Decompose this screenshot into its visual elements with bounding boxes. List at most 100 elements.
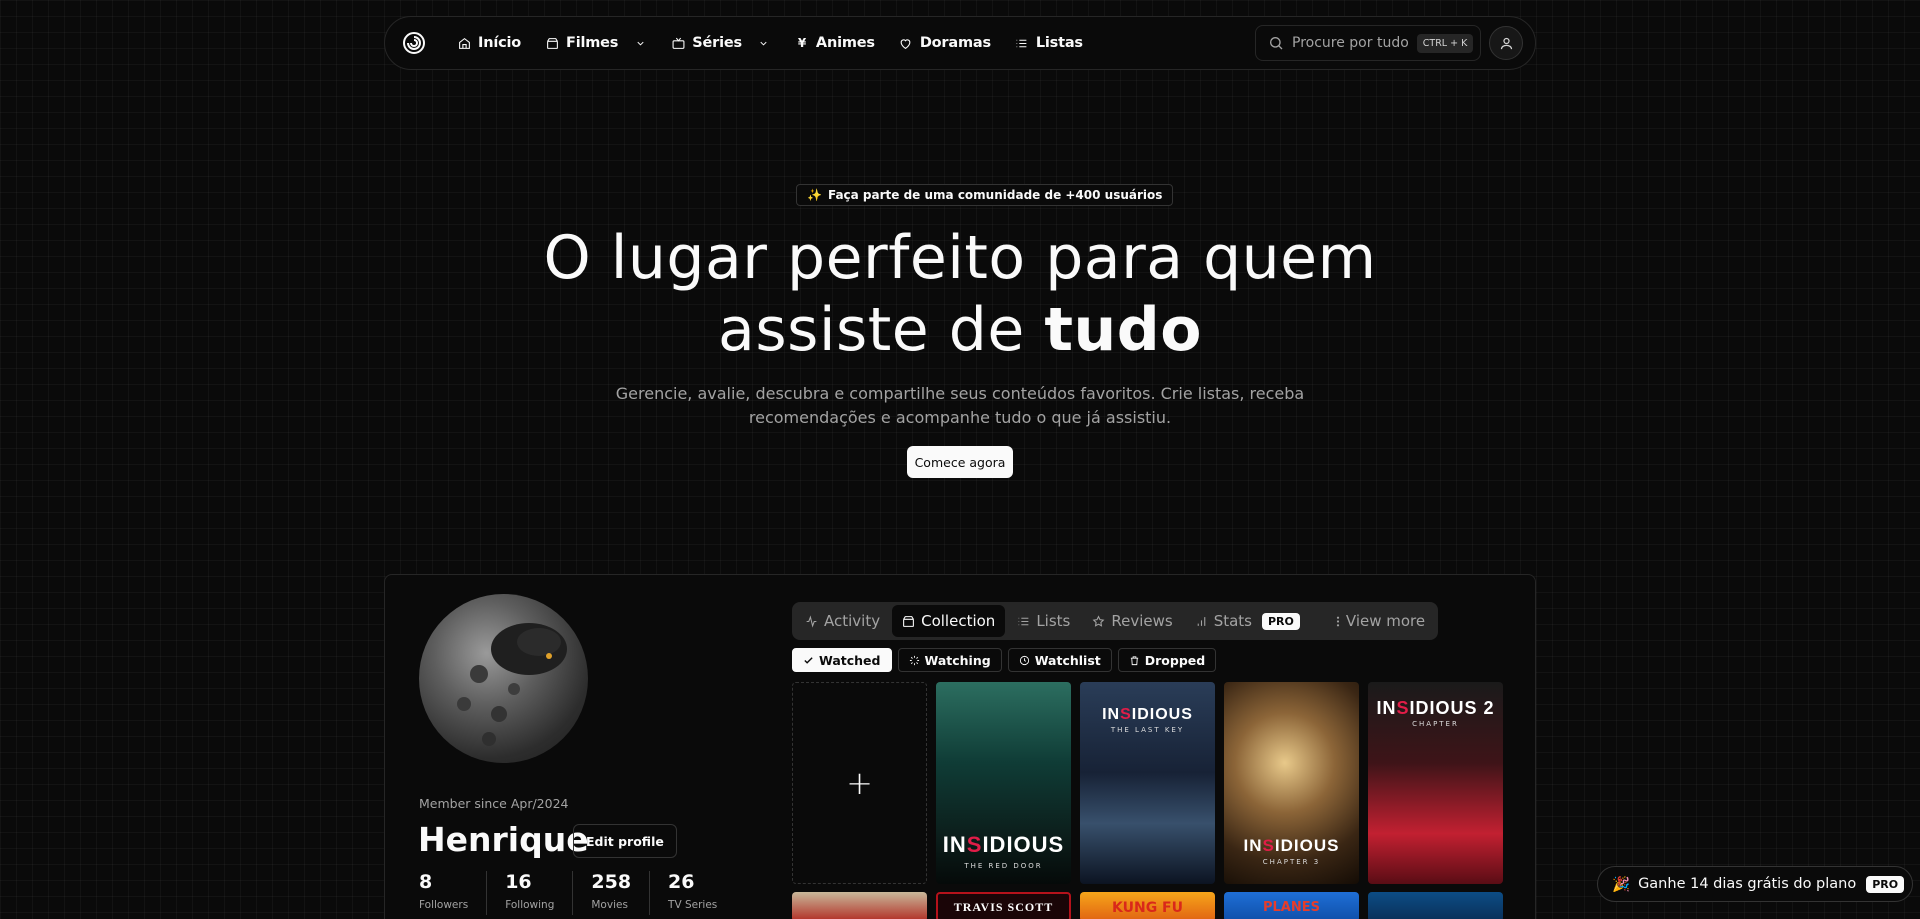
yen-icon: ¥ [797,36,806,50]
nav-label: Doramas [919,35,991,51]
chevron-down-icon [757,36,771,50]
stat-value: 258 [591,871,632,893]
add-to-collection-button[interactable]: + [792,682,927,884]
hero-title: O lugar perfeito para quem assiste de tu… [0,222,1920,366]
nav-series[interactable]: Séries [659,26,783,60]
clapperboard-icon [545,36,559,50]
stat-value: 8 [419,871,433,893]
poster-title: INSIDIOUS [1243,836,1340,855]
poster-card[interactable]: INSIDIOUS THE RED DOOR [936,682,1071,884]
hero-title-line1: O lugar perfeito para quem [543,223,1377,293]
sparkles-icon: ✨ [807,188,822,202]
nav-label: Animes [815,35,875,51]
filter-dropped[interactable]: Dropped [1117,648,1217,672]
heart-icon [899,36,913,50]
pro-trial-promo[interactable]: 🎉 Ganhe 14 dias grátis do plano PRO [1597,866,1914,902]
hero-title-bold: tudo [1044,295,1202,365]
more-vertical-icon [1336,615,1340,628]
poster-card[interactable] [1368,892,1503,919]
poster-subtitle: CHAPTER [1412,720,1459,728]
stat-following[interactable]: 16 Following [505,871,574,915]
poster-subtitle: THE LAST KEY [1110,726,1185,734]
top-navbar: Início Filmes Séries ¥ Animes Doramas Li… [384,16,1536,70]
filter-label: Dropped [1144,652,1206,668]
filter-watchlist[interactable]: Watchlist [1007,648,1112,672]
tab-reviews[interactable]: Reviews [1082,605,1182,637]
poster-subtitle: THE RED DOOR [964,862,1043,870]
edit-profile-button[interactable]: Edit profile [573,824,677,858]
profile-name: Henrique [418,820,589,859]
star-icon [1092,614,1105,628]
collection-filters: Watched Watching Watchlist Dropped [792,648,1217,672]
tv-icon [671,36,685,50]
tab-stats[interactable]: Stats PRO [1185,605,1310,637]
poster-title: INSIDIOUS [942,832,1065,857]
poster-card[interactable]: TRAVIS SCOTT [936,892,1071,919]
check-icon [803,655,814,666]
poster-card[interactable]: INSIDIOUS THE LAST KEY [1080,682,1215,884]
stat-label: Followers [419,899,469,911]
hero-subtitle: Gerencie, avalie, descubra e compartilhe… [615,384,1305,427]
profile-stats: 8 Followers 16 Following 258 Movies 26 T… [419,871,753,915]
chevron-down-icon [633,36,647,50]
pro-badge: PRO [1866,875,1905,893]
tab-label: Activity [824,612,881,630]
filter-watched[interactable]: Watched [792,648,892,672]
nav-label: Séries [692,35,742,51]
clock-icon [1019,655,1030,666]
community-badge-text: Faça parte de uma comunidade de +400 usu… [827,188,1163,202]
profile-preview-card: Member since Apr/2024 Henrique Edit prof… [384,574,1536,919]
home-icon [457,36,471,50]
poster-card[interactable]: PLANES [1224,892,1359,919]
stat-value: 26 [668,871,695,893]
poster-subtitle: CHAPTER 3 [1262,858,1321,866]
loader-icon [909,655,920,666]
stat-label: TV Series [668,899,718,911]
poster-card[interactable] [792,892,927,919]
stat-label: Following [505,899,555,911]
poster-card[interactable]: KUNG FU [1080,892,1215,919]
tab-view-more[interactable]: View more [1326,605,1435,637]
stat-tv-series: 26 TV Series [668,871,735,915]
filter-watching[interactable]: Watching [897,648,1002,672]
list-icon [1017,615,1030,628]
promo-text: Ganhe 14 dias grátis do plano [1638,876,1857,892]
nav-listas[interactable]: Listas [1003,26,1095,60]
tab-activity[interactable]: Activity [795,605,890,637]
tab-lists[interactable]: Lists [1007,605,1080,637]
stat-movies: 258 Movies [591,871,651,915]
search-placeholder: Procure por tudo [1292,35,1409,51]
nav-filmes[interactable]: Filmes [533,26,659,60]
user-icon [1499,36,1514,51]
search-icon [1268,35,1284,51]
tab-label: Lists [1036,612,1071,630]
nav-doramas[interactable]: Doramas [887,26,1003,60]
tab-collection[interactable]: Collection [892,605,1006,637]
search-shortcut: CTRL + K [1416,33,1474,53]
filter-label: Watching [924,652,991,668]
stat-label: Movies [591,899,628,911]
profile-avatar [419,594,588,763]
nav-inicio[interactable]: Início [445,26,533,60]
poster-title: INSIDIOUS 2 [1376,698,1495,718]
activity-icon [805,614,818,628]
stat-value: 16 [505,871,532,893]
tab-label: Reviews [1111,612,1173,630]
collection-icon [902,615,915,628]
stat-followers[interactable]: 8 Followers [419,871,488,915]
profile-tabs: Activity Collection Lists Reviews Stats … [792,602,1439,640]
poster-card[interactable]: INSIDIOUS 2 CHAPTER [1368,682,1503,884]
member-since: Member since Apr/2024 [419,796,569,811]
user-menu-button[interactable] [1489,26,1523,60]
poster-title: INSIDIOUS [1102,706,1193,723]
poster-card[interactable]: INSIDIOUS CHAPTER 3 [1224,682,1359,884]
trash-icon [1129,655,1140,666]
nav-animes[interactable]: ¥ Animes [783,26,887,60]
list-icon [1015,36,1029,50]
nav-label: Listas [1035,35,1083,51]
get-started-button[interactable]: Comece agora [907,446,1013,478]
bar-chart-icon [1195,615,1208,628]
app-logo-icon[interactable] [401,30,427,56]
tab-label: Collection [921,612,996,630]
search-input[interactable]: Procure por tudo CTRL + K [1255,25,1481,61]
